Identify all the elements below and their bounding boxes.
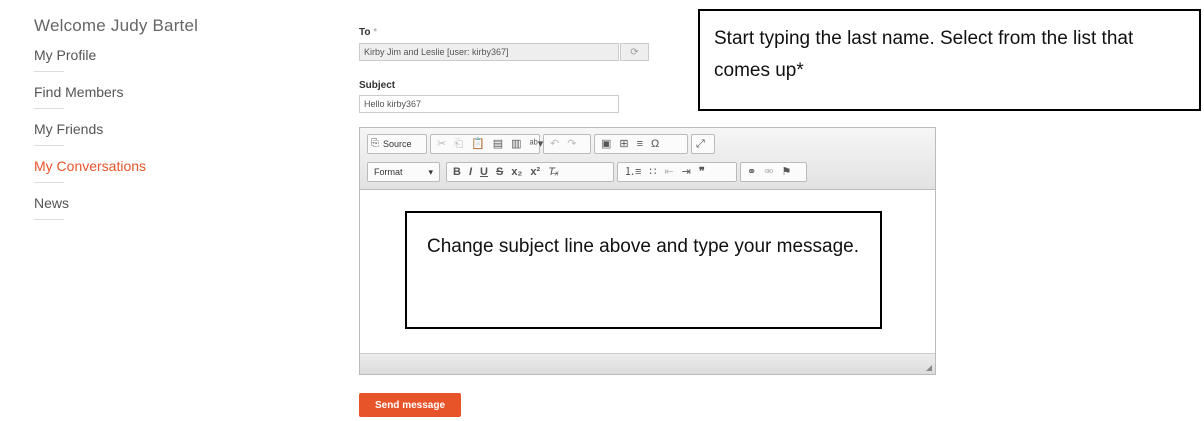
format-select: Format ▾ <box>370 167 437 178</box>
special-char-icon[interactable]: Ω <box>647 135 663 153</box>
remove-format-icon[interactable]: T̶ₓ <box>544 163 563 181</box>
maximize-group: ⤢ <box>691 134 715 154</box>
nav-divider <box>34 145 64 146</box>
clipboard-group: ✂ ⎗ 📋 ▤ ▥ ᵃᵇ▾ <box>430 134 543 154</box>
callout-message-text: Change subject line above and type your … <box>427 236 859 257</box>
send-message-button[interactable]: Send message <box>359 393 461 417</box>
horizontal-line-icon[interactable]: ≡ <box>633 135 647 153</box>
nav-divider <box>34 182 64 183</box>
bulleted-list-icon[interactable]: ∷ <box>645 163 660 181</box>
sidebar-item-news[interactable]: News <box>34 192 254 211</box>
format-label: Format <box>374 166 403 177</box>
callout-message-instructions: Change subject line above and type your … <box>405 211 882 329</box>
subject-label: Subject <box>359 80 396 91</box>
nav-divider <box>34 71 64 72</box>
strikethrough-icon[interactable]: S <box>492 163 507 181</box>
undo-group: ↶ ↷ <box>543 134 591 154</box>
italic-icon[interactable]: I <box>465 163 476 181</box>
nav-divider <box>34 108 64 109</box>
undo-icon[interactable]: ↶ <box>546 135 563 153</box>
editor-toolbar: ⎘ Source ✂ ⎗ 📋 ▤ ▥ ᵃᵇ▾ ↶ ↷ ▣ ⊞ ≡ Ω ⤢ For… <box>360 128 935 190</box>
resize-handle-icon[interactable] <box>926 365 932 371</box>
subscript-icon[interactable]: x₂ <box>507 163 526 181</box>
copy-icon[interactable]: ⎗ <box>450 135 467 153</box>
subject-input[interactable]: Hello kirby367 <box>359 95 619 113</box>
source-group: ⎘ Source <box>367 134 427 154</box>
editor-statusbar <box>360 353 935 374</box>
cut-icon[interactable]: ✂ <box>433 135 450 153</box>
paragraph-group: ⒈≡ ∷ ⇤ ⇥ ❞ <box>617 162 737 182</box>
source-icon: ⎘ <box>371 138 379 149</box>
superscript-icon[interactable]: x² <box>526 163 544 181</box>
outdent-icon[interactable]: ⇤ <box>660 163 677 181</box>
callout-recipient-text: Start typing the last name. Select from … <box>714 28 1134 81</box>
links-group: ⚭ ⚮ ⚑ <box>740 162 807 182</box>
indent-icon[interactable]: ⇥ <box>678 163 695 181</box>
refresh-icon: ⟳ <box>630 47 639 58</box>
dropdown-arrow-icon: ▾ <box>428 166 433 177</box>
sidebar-item-my-friends[interactable]: My Friends <box>34 118 254 137</box>
recipient-reset-button[interactable]: ⟳ <box>620 43 649 61</box>
callout-recipient-instructions: Start typing the last name. Select from … <box>698 9 1201 111</box>
to-label-text: To <box>359 27 371 38</box>
paste-icon[interactable]: 📋 <box>467 135 489 153</box>
sidebar: Welcome Judy Bartel My Profile Find Memb… <box>34 16 254 229</box>
numbered-list-icon[interactable]: ⒈≡ <box>620 163 645 181</box>
format-dropdown[interactable]: Format ▾ <box>367 162 440 182</box>
nav-divider <box>34 219 64 220</box>
table-icon[interactable]: ⊞ <box>615 135 632 153</box>
unlink-icon[interactable]: ⚮ <box>760 163 777 181</box>
image-icon[interactable]: ▣ <box>597 135 615 153</box>
basic-styles-group: B I U S x₂ x² T̶ₓ <box>446 162 614 182</box>
source-button[interactable]: Source <box>380 139 415 149</box>
anchor-flag-icon[interactable]: ⚑ <box>777 163 795 181</box>
redo-icon[interactable]: ↷ <box>563 135 580 153</box>
recipient-input[interactable]: Kirby Jim and Leslie [user: kirby367] <box>359 43 619 61</box>
link-icon[interactable]: ⚭ <box>743 163 760 181</box>
underline-icon[interactable]: U <box>476 163 492 181</box>
sidebar-item-find-members[interactable]: Find Members <box>34 81 254 100</box>
sidebar-item-my-profile[interactable]: My Profile <box>34 44 254 63</box>
paste-word-icon[interactable]: ▥ <box>507 135 525 153</box>
welcome-text: Welcome Judy Bartel <box>34 16 199 35</box>
insert-group: ▣ ⊞ ≡ Ω <box>594 134 688 154</box>
sidebar-item-my-conversations[interactable]: My Conversations <box>34 155 254 174</box>
required-marker: * <box>373 27 378 38</box>
to-label: To * <box>359 27 377 38</box>
bold-icon[interactable]: B <box>449 163 465 181</box>
maximize-icon[interactable]: ⤢ <box>694 135 707 153</box>
blockquote-icon[interactable]: ❞ <box>695 163 709 181</box>
paste-text-icon[interactable]: ▤ <box>489 135 507 153</box>
